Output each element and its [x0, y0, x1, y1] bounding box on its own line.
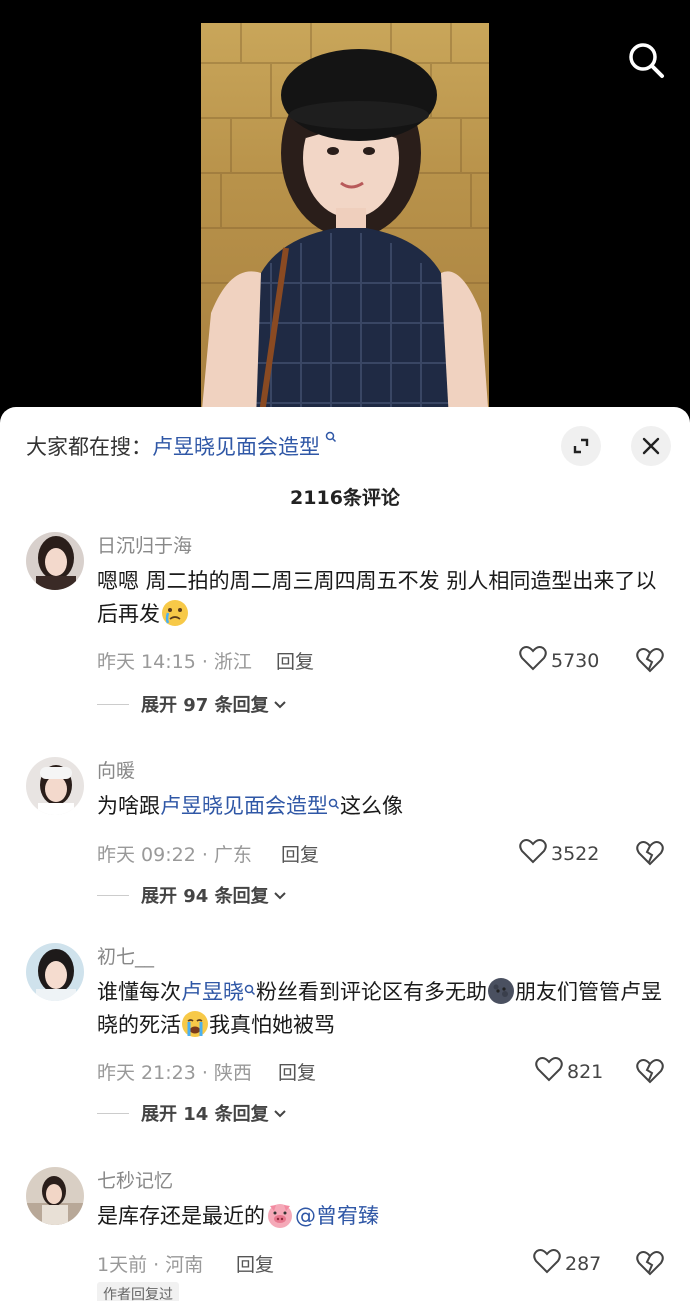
comment-text-part: 我真怕她被骂: [209, 1013, 335, 1037]
reply-button[interactable]: 回复: [278, 1058, 316, 1085]
keyword-link[interactable]: 卢昱晓见面会造型: [160, 794, 328, 818]
keyword-link[interactable]: 卢昱晓: [181, 980, 244, 1004]
heart-icon: [533, 1248, 561, 1279]
expand-replies-label: 展开 14 条回复: [141, 1104, 269, 1125]
comment-text: 谁懂每次卢昱晓 粉丝看到评论区有多无助 朋友们管管卢昱晓的死活 我真怕她被骂: [97, 976, 667, 1042]
avatar[interactable]: [26, 943, 84, 1001]
comment-text-part: 粉丝看到评论区有多无助: [256, 980, 487, 1004]
username[interactable]: 日沉归于海: [97, 531, 192, 558]
expand-replies[interactable]: 展开 97 条回复: [97, 691, 287, 717]
small-search-icon: [321, 431, 337, 446]
small-search-icon: [328, 798, 340, 813]
hot-search-prefix: 大家都在搜：: [26, 435, 152, 459]
hot-search-keyword[interactable]: 卢昱晓见面会造型: [152, 435, 320, 459]
expand-replies[interactable]: 展开 94 条回复: [97, 882, 287, 908]
comment-text-part: 为啥跟: [97, 794, 160, 818]
video-frame-illustration: [201, 23, 489, 420]
crying-emoji: [160, 600, 190, 626]
pig-emoji: [265, 1204, 295, 1228]
expand-replies[interactable]: 展开 14 条回复: [97, 1100, 287, 1126]
like-button[interactable]: 287: [533, 1248, 601, 1279]
comment-meta: 1天前 · 河南: [97, 1254, 204, 1276]
avatar[interactable]: [26, 532, 84, 590]
avatar[interactable]: [26, 757, 84, 815]
username[interactable]: 七秒记忆: [97, 1166, 173, 1193]
like-button[interactable]: 5730: [519, 645, 599, 676]
expand-replies-label: 展开 97 条回复: [141, 695, 269, 716]
mention-link[interactable]: @曾宥臻: [295, 1204, 379, 1228]
video-thumbnail[interactable]: [201, 23, 489, 420]
chevron-down-icon: [273, 694, 287, 715]
hot-search-bar[interactable]: 大家都在搜：卢昱晓见面会造型: [26, 431, 337, 461]
broken-heart-icon[interactable]: [636, 840, 664, 866]
like-count: 821: [567, 1060, 604, 1083]
like-count: 3522: [551, 842, 600, 865]
search-icon[interactable]: [626, 40, 666, 80]
divider: [97, 894, 129, 896]
like-button[interactable]: 3522: [519, 838, 599, 869]
chevron-down-icon: [273, 1103, 287, 1124]
comment-count: 2116条评论: [290, 487, 400, 509]
comment-text-part: 这么像: [340, 794, 403, 818]
reply-button[interactable]: 回复: [276, 647, 314, 674]
sheet-header: 大家都在搜：卢昱晓见面会造型: [0, 407, 690, 485]
broken-heart-icon[interactable]: [636, 647, 664, 673]
broken-heart-icon[interactable]: [636, 1058, 664, 1084]
video-area[interactable]: [0, 0, 690, 420]
comment-meta: 昨天 21:23 · 陕西: [97, 1062, 252, 1084]
loudly-crying-emoji: [181, 1011, 209, 1037]
broken-heart-icon[interactable]: [636, 1250, 664, 1276]
comment-text: 嗯嗯 周二拍的周二周三周四周五不发 别人相同造型出来了以后再发: [97, 565, 667, 631]
comment-meta: 昨天 09:22 · 广东: [97, 844, 252, 866]
comment-text-part: 是库存还是最近的: [97, 1204, 265, 1228]
divider: [97, 703, 129, 705]
comment-meta: 昨天 14:15 · 浙江: [97, 651, 252, 673]
chevron-down-icon: [273, 885, 287, 906]
username[interactable]: 初七__: [97, 942, 154, 969]
comment-sheet: 大家都在搜：卢昱晓见面会造型 2116条评论 日沉归于海 嗯嗯 周二拍的周二周三…: [0, 407, 690, 1301]
comment-text: 是库存还是最近的 @曾宥臻: [97, 1200, 667, 1233]
comment-text: 为啥跟卢昱晓见面会造型 这么像: [97, 790, 667, 823]
comment-text-part: 谁懂每次: [97, 980, 181, 1004]
author-replied-badge: 作者回复过: [97, 1282, 179, 1301]
small-search-icon: [244, 984, 256, 999]
divider: [97, 1112, 129, 1114]
like-count: 5730: [551, 649, 600, 672]
like-count: 287: [565, 1252, 602, 1275]
heart-icon: [519, 838, 547, 869]
like-button[interactable]: 821: [535, 1056, 603, 1087]
username[interactable]: 向暖: [97, 756, 135, 783]
reply-button[interactable]: 回复: [281, 840, 319, 867]
reply-button[interactable]: 回复: [236, 1250, 274, 1277]
close-icon[interactable]: [631, 426, 671, 466]
heart-icon: [535, 1056, 563, 1087]
expand-icon[interactable]: [561, 426, 601, 466]
heart-icon: [519, 645, 547, 676]
avatar[interactable]: [26, 1167, 84, 1225]
expand-replies-label: 展开 94 条回复: [141, 886, 269, 907]
dark-moon-emoji: [487, 978, 515, 1004]
